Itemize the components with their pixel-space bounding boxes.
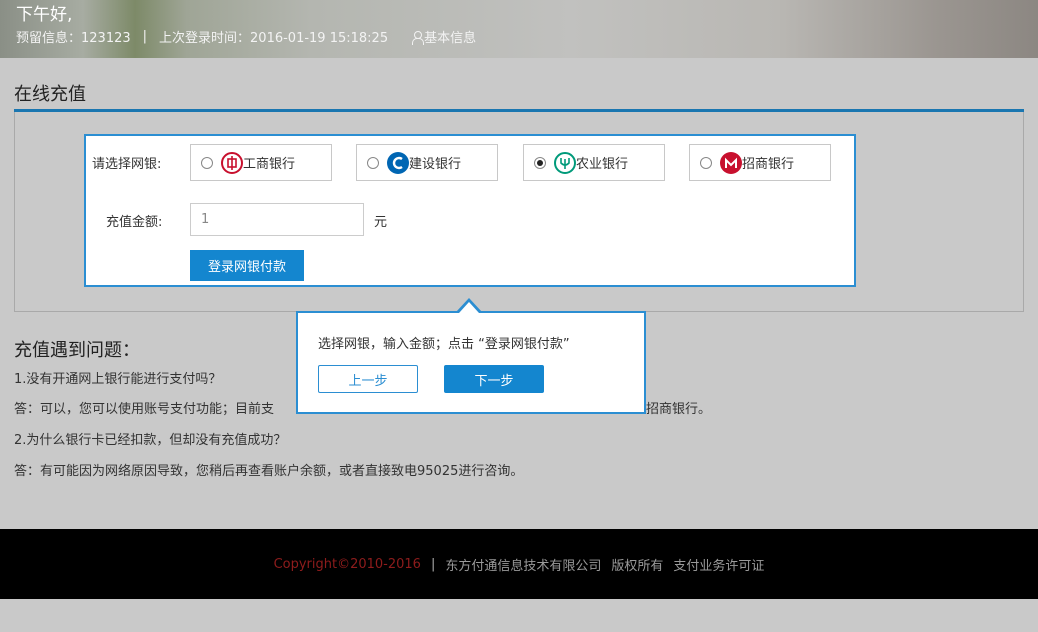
reserved-info: 预留信息：123123: [16, 31, 131, 46]
bank-option-abc[interactable]: 农业银行: [523, 144, 665, 181]
header-banner: 下午好, 预留信息：123123 | 上次登录时间：2016-01-19 15:…: [0, 0, 1038, 58]
bank-select-label: 请选择网银:: [92, 157, 162, 172]
radio-icbc[interactable]: [201, 156, 213, 169]
faq-question-1: 1.没有开通网上银行能进行支付吗？: [14, 372, 222, 387]
cmb-logo-icon: [720, 151, 742, 174]
amount-label: 充值金额:: [106, 215, 163, 230]
info-separator: |: [142, 29, 148, 44]
bank-option-ccb[interactable]: 建设银行: [356, 144, 498, 181]
section-title: 在线充值: [14, 84, 86, 105]
bank-name-abc: 农业银行: [576, 157, 629, 172]
faq-question-2: 2.为什么银行卡已经扣款，但却没有充值成功？: [14, 433, 287, 448]
faq-answer-1-end: 招商银行。: [646, 402, 712, 417]
tooltip-arrow-inner: [459, 302, 479, 313]
prev-step-button[interactable]: 上一步: [318, 365, 418, 393]
footer-license-link[interactable]: 支付业务许可证: [673, 555, 764, 574]
bank-name-cmb: 招商银行: [742, 157, 795, 172]
faq-answer-1-start: 答：可以，您可以使用账号支付功能；目前支: [14, 402, 275, 417]
bank-name-icbc: 工商银行: [243, 157, 296, 172]
footer-rights: 版权所有: [611, 558, 664, 574]
greeting-text: 下午好,: [16, 5, 73, 25]
footer-separator: |: [430, 556, 436, 572]
next-step-button[interactable]: 下一步: [444, 365, 544, 393]
ccb-logo-icon: [387, 151, 409, 174]
amount-unit: 元: [374, 215, 388, 230]
guide-tooltip: 选择网银，输入金额；点击 “登录网银付款” 上一步 下一步: [296, 311, 646, 414]
radio-ccb[interactable]: [367, 156, 379, 169]
recharge-form: 请选择网银: 工商银行 建设银行 农业银行 招商银行 充值金额: 元 登录网银付…: [84, 134, 856, 287]
user-icon: [412, 30, 425, 45]
footer: Copyright©2010-2016 | 东方付通信息技术有限公司 版权所有 …: [0, 529, 1038, 599]
bank-option-cmb[interactable]: 招商银行: [689, 144, 831, 181]
radio-abc[interactable]: [534, 156, 546, 169]
user-info-bar: 预留信息：123123 | 上次登录时间：2016-01-19 15:18:25…: [16, 27, 476, 46]
faq-answer-2: 答：有可能因为网络原因导致，您稍后再查看账户余额，或者直接致电95025进行咨询…: [14, 464, 524, 479]
tooltip-text: 选择网银，输入金额；点击 “登录网银付款”: [318, 337, 570, 352]
last-login-time: 上次登录时间：2016-01-19 15:18:25: [159, 31, 389, 46]
abc-logo-icon: [554, 151, 576, 174]
icbc-logo-icon: [221, 151, 243, 174]
footer-company: 东方付通信息技术有限公司: [445, 558, 602, 574]
amount-input[interactable]: [190, 203, 364, 236]
basic-info-link[interactable]: 基本信息: [424, 27, 476, 46]
bank-option-icbc[interactable]: 工商银行: [190, 144, 332, 181]
login-bank-pay-button[interactable]: 登录网银付款: [190, 250, 304, 281]
bank-name-ccb: 建设银行: [409, 157, 462, 172]
radio-cmb[interactable]: [700, 156, 712, 169]
footer-copyright: Copyright©2010-2016: [273, 556, 421, 572]
faq-title: 充值遇到问题：: [14, 340, 140, 361]
